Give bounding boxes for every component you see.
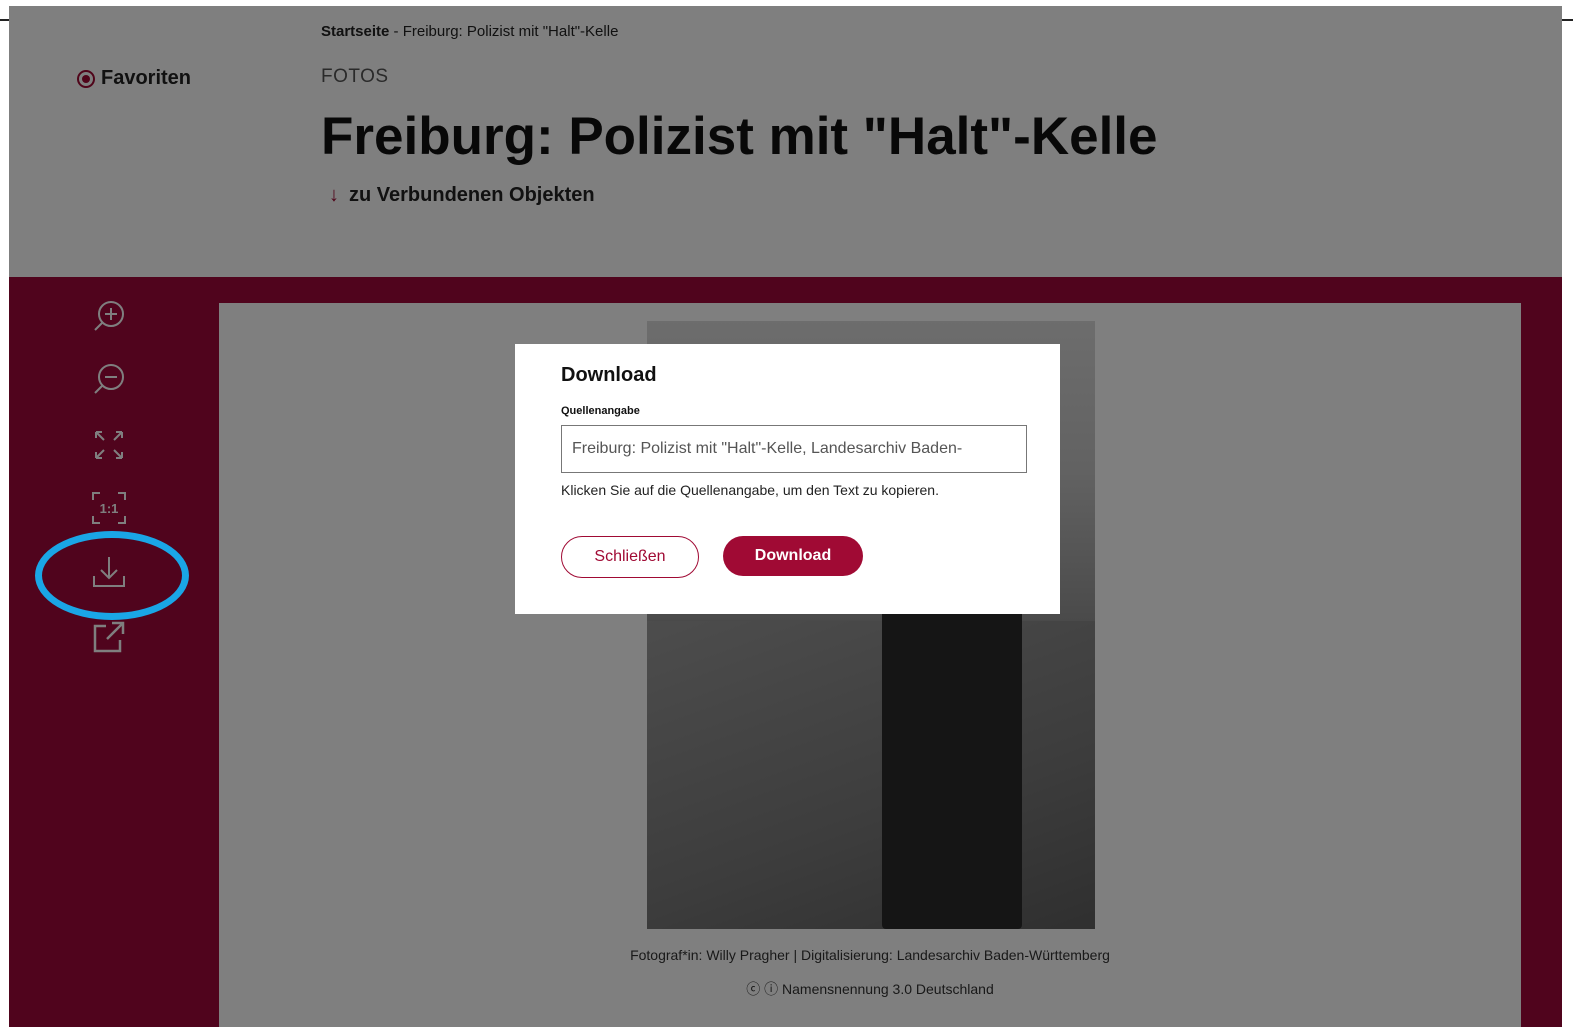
highlight-ring (35, 531, 189, 620)
close-button[interactable]: Schließen (561, 536, 699, 578)
frame-line-right (1562, 19, 1573, 21)
dialog-title: Download (561, 364, 657, 386)
citation-label: Quellenangabe (561, 405, 640, 417)
dialog-buttons: Schließen Download (561, 536, 1028, 578)
page: Startseite - Freiburg: Polizist mit "Hal… (9, 6, 1562, 1027)
frame-line-left (0, 19, 9, 21)
citation-hint: Klicken Sie auf die Quellenangabe, um de… (561, 482, 939, 498)
citation-field[interactable] (561, 425, 1027, 473)
download-dialog: Download Quellenangabe Klicken Sie auf d… (515, 344, 1060, 614)
dialog-download-button[interactable]: Download (723, 536, 863, 576)
